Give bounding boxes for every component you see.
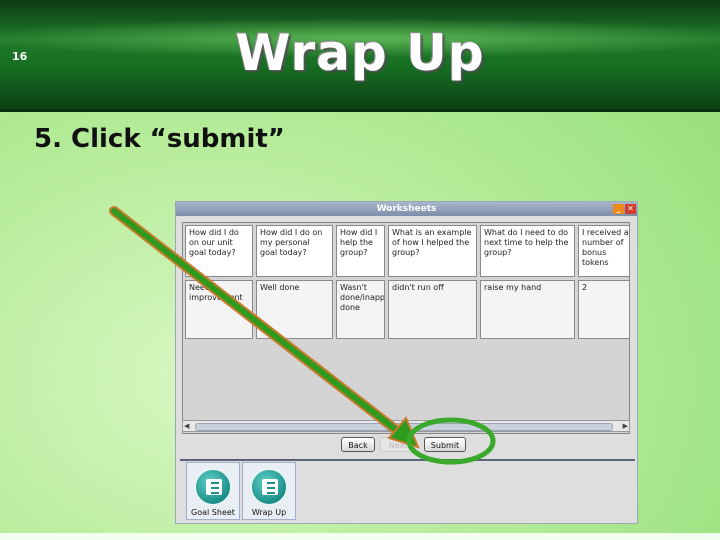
taskbar-item-wrap-up[interactable]: Wrap Up	[242, 462, 296, 520]
answer-field[interactable]: didn't run off	[388, 280, 477, 339]
window-title: Worksheets	[376, 204, 437, 214]
answer-field[interactable]: Needs improvement	[185, 280, 253, 339]
taskbar-item-goal-sheet[interactable]: Goal Sheet	[186, 462, 240, 520]
taskbar-divider	[180, 459, 635, 461]
answer-field[interactable]: 2	[578, 280, 629, 339]
taskbar-item-label: Wrap Up	[251, 508, 287, 517]
scroll-thumb[interactable]	[195, 423, 613, 431]
taskbar-item-label: Goal Sheet	[191, 508, 235, 517]
worksheet-table: How did I do on our unit goal today? How…	[182, 222, 630, 434]
next-button[interactable]: Next	[380, 437, 416, 452]
question-cell: How did I help the group?	[336, 225, 385, 277]
slide-footer	[0, 533, 720, 540]
back-button[interactable]: Back	[341, 437, 375, 452]
question-cell: I received a number of bonus tokens	[578, 225, 629, 277]
question-cell: What do I need to do next time to help t…	[480, 225, 575, 277]
worksheet-icon	[250, 468, 288, 506]
question-cell: How did I do on my personal goal today?	[256, 225, 333, 277]
window-titlebar: Worksheets _ ✕	[176, 202, 637, 216]
slide-title: Wrap Up	[235, 24, 485, 82]
worksheets-window: Worksheets _ ✕ How did I do on our unit …	[175, 201, 638, 524]
submit-button[interactable]: Submit	[424, 437, 466, 452]
question-cell: What is an example of how I helped the g…	[388, 225, 477, 277]
slide-subtitle: 5. Click “submit”	[34, 124, 285, 154]
question-cell: How did I do on our unit goal today?	[185, 225, 253, 277]
close-icon[interactable]: ✕	[625, 204, 636, 214]
horizontal-scrollbar[interactable]: ◀ ▶	[182, 420, 630, 432]
worksheet-icon	[194, 468, 232, 506]
answer-field[interactable]: raise my hand	[480, 280, 575, 339]
scroll-right-icon[interactable]: ▶	[623, 422, 628, 430]
answer-field[interactable]: Wasn't done/inappropriately done	[336, 280, 385, 339]
answer-field[interactable]: Well done	[256, 280, 333, 339]
scroll-left-icon[interactable]: ◀	[184, 422, 189, 430]
banner-divider	[0, 109, 720, 112]
minimize-icon[interactable]: _	[613, 204, 624, 214]
